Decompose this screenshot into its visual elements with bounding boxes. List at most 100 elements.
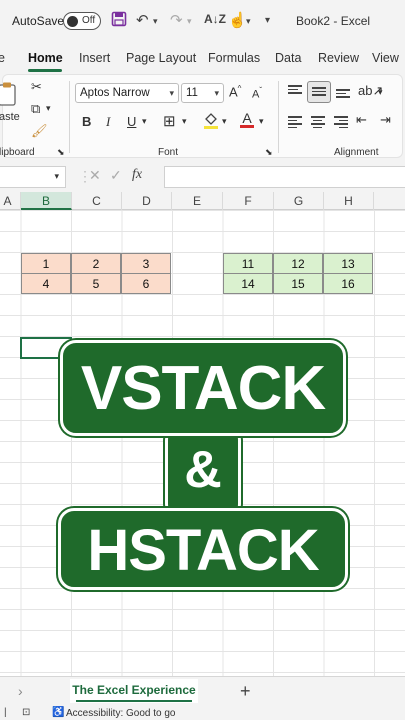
font-name-dropdown[interactable]: Aptos Narrow ▾ [75,83,179,103]
increase-font-icon[interactable]: A^ [229,84,241,99]
decrease-indent-icon[interactable]: ⇤ [356,112,367,128]
font-color-icon[interactable]: A [240,111,254,128]
font-size-dropdown[interactable]: 11 ▾ [181,83,224,103]
column-header-f[interactable]: F [223,192,274,210]
table-cell[interactable]: 12 [273,253,323,274]
borders-dropdown-icon[interactable]: ▾ [182,116,187,127]
autosave-label: AutoSave [12,14,65,28]
table-cell[interactable]: 6 [121,273,171,294]
align-middle-icon [312,87,326,99]
table-cell[interactable]: 1 [21,253,71,274]
cancel-icon[interactable]: ✕ [89,167,101,184]
ribbon-panel: aste ✂ ⧉ ▾ 🖌 lipboard ⬊ Aptos Narrow ▾ 1… [0,74,403,158]
overlay-title-hstack: HSTACK [58,508,348,590]
tab-view[interactable]: View [372,51,399,65]
cut-icon[interactable]: ✂ [31,79,42,95]
borders-icon[interactable]: ⊞ [163,112,176,130]
table-cell[interactable]: 13 [323,253,373,274]
tab-review[interactable]: Review [318,51,359,65]
redo-icon[interactable]: ↷ [170,11,183,29]
tab-insert[interactable]: Insert [79,51,110,65]
underline-button[interactable]: U [127,114,136,129]
overlay-ampersand: & [184,441,222,499]
undo-dropdown-icon[interactable]: ▾ [153,16,158,27]
table-cell[interactable]: 4 [21,273,71,294]
table-cell[interactable]: 2 [71,253,121,274]
align-right-icon[interactable] [334,116,348,128]
toggle-state-label: Off [82,15,96,26]
tab-data[interactable]: Data [275,51,301,65]
format-painter-icon[interactable]: 🖌 [31,123,48,139]
align-middle-button[interactable] [307,81,331,103]
formula-bar: ▾ ⋮ ✕ ✓ fx [0,160,405,192]
fill-color-icon[interactable] [203,111,219,132]
clipboard-group-label: lipboard [0,147,35,158]
touch-dropdown-icon[interactable]: ▾ [246,16,251,27]
table-cell[interactable]: 3 [121,253,171,274]
italic-button[interactable]: I [106,114,110,130]
redo-dropdown-icon[interactable]: ▾ [187,16,192,27]
table-cell[interactable]: 16 [323,273,373,294]
ribbon: aste ✂ ⧉ ▾ 🖌 lipboard ⬊ Aptos Narrow ▾ 1… [0,72,405,160]
save-icon[interactable] [111,11,127,31]
font-color-dropdown-icon[interactable]: ▾ [259,116,264,127]
touch-mode-icon[interactable]: ☝ [228,11,247,29]
autosave-toggle[interactable]: Off [63,12,101,30]
align-bottom-icon[interactable] [336,89,350,101]
overlay-ampersand-block: & [165,430,241,514]
sheet-tab-label: The Excel Experience [72,683,196,697]
underline-dropdown-icon[interactable]: ▾ [142,116,147,127]
accessibility-icon[interactable]: ♿ [52,707,64,718]
align-top-icon[interactable] [288,85,302,97]
font-color-letter: A [242,110,252,126]
column-header-c[interactable]: C [72,192,122,210]
column-header-b[interactable]: B [21,192,72,210]
tab-formulas[interactable]: Formulas [208,51,260,65]
orientation-dropdown-icon[interactable]: ▾ [378,87,383,98]
tab-home[interactable]: Home [28,51,63,65]
name-box[interactable]: ▾ [0,166,66,188]
table-cell[interactable]: 14 [223,273,273,294]
table-cell[interactable]: 15 [273,273,323,294]
clipboard-launcher-icon[interactable]: ⬊ [57,147,65,158]
accessibility-status[interactable]: Accessibility: Good to go [66,708,176,719]
paste-icon[interactable] [0,81,19,110]
add-sheet-button[interactable]: + [240,681,251,702]
formula-input[interactable] [164,166,405,188]
copy-dropdown-icon[interactable]: ▾ [46,103,51,114]
ribbon-tabs: e Home Insert Page Layout Formulas Data … [0,44,405,72]
title-bar: AutoSave Off ↶ ▾ ↷ ▾ A↓Z ☝ ▾ ▾ Book2 - E… [0,0,405,44]
bold-button[interactable]: B [82,114,91,129]
copy-icon[interactable]: ⧉ [31,101,40,117]
insert-function-button[interactable]: fx [132,167,142,183]
column-header-e[interactable]: E [172,192,223,210]
align-left-icon[interactable] [288,116,302,128]
column-header-h[interactable]: H [324,192,374,210]
table-cell[interactable]: 11 [223,253,273,274]
sheet-tab-underline [76,700,192,702]
paste-label[interactable]: aste [0,111,20,123]
sheet-tab-active[interactable]: The Excel Experience [70,679,198,703]
table-cell[interactable]: 5 [71,273,121,294]
toggle-knob [67,16,78,27]
column-header-g[interactable]: G [274,192,324,210]
tab-page-layout[interactable]: Page Layout [126,51,196,65]
column-header-a[interactable]: A [0,192,21,210]
status-divider-icon: | [4,707,7,718]
decrease-font-icon[interactable]: Aˇ [252,86,262,101]
macro-record-icon[interactable]: ⊡ [22,707,30,718]
font-size-value: 11 [186,87,198,99]
fill-color-dropdown-icon[interactable]: ▾ [222,116,227,127]
font-group-label: Font [158,147,179,158]
tab-file[interactable]: e [0,51,5,65]
sort-icon[interactable]: A↓Z [204,12,226,26]
chevron-right-icon[interactable]: › [18,683,23,699]
increase-indent-icon[interactable]: ⇥ [380,112,391,128]
font-launcher-icon[interactable]: ⬊ [265,147,273,158]
undo-icon[interactable]: ↶ [136,11,149,29]
align-center-icon[interactable] [311,116,325,128]
column-header-d[interactable]: D [122,192,172,210]
enter-icon[interactable]: ✓ [110,167,122,184]
customize-toolbar-icon[interactable]: ▾ [265,15,270,26]
chevron-down-icon: ▾ [54,171,59,181]
